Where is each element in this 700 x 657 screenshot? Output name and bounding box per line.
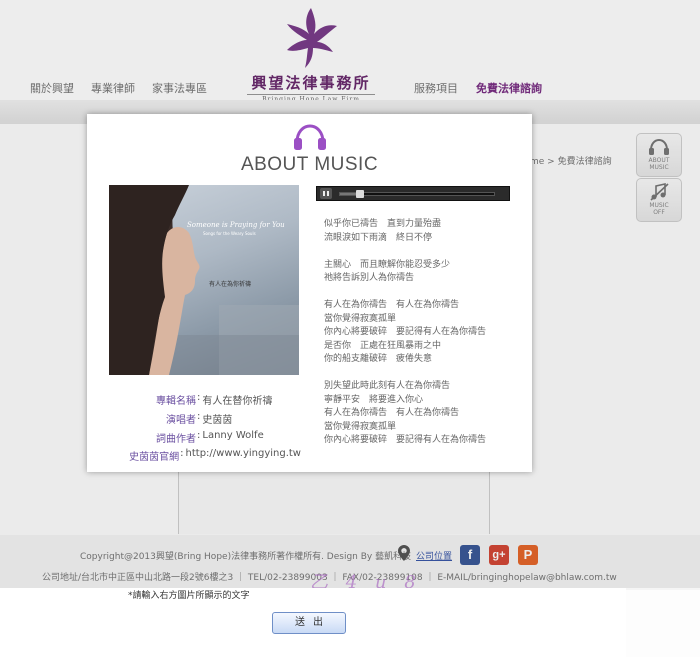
lyric-line: 有人在為你禱告 有人在為你禱告	[324, 408, 460, 418]
pause-icon	[323, 191, 325, 196]
info-row-album: 專輯名稱: 有人在替你祈禱	[101, 392, 301, 407]
info-row-songwriter: 詞曲作者: Lanny Wolfe	[101, 430, 301, 445]
stanza-gap	[324, 286, 519, 300]
info-label: 詞曲作者	[156, 434, 196, 445]
album-sub-caption: Songs for the Weary Souls	[203, 231, 256, 236]
pause-button[interactable]	[320, 188, 332, 199]
lyric-line: 祂將告訴別人為你禱告	[324, 273, 415, 283]
lyric-line: 別失望此時此刻有人在為你禱告	[324, 381, 451, 391]
lyric-line: 主關心 而且瞭解你能忍受多少	[324, 259, 451, 270]
info-label: 史茵茵官網	[129, 452, 180, 463]
progress-knob[interactable]	[355, 190, 364, 198]
modal-title: ABOUT MUSIC	[240, 154, 379, 175]
lyric-line: 是否你 正處在狂風暴雨之中	[324, 340, 442, 351]
album-chinese-caption: 有人在為你祈禱	[209, 281, 252, 288]
lyric-line: 寧靜平安 將要進入你心	[324, 394, 424, 405]
lyric-line: 當你覺得寂寞孤單	[324, 421, 397, 432]
album-cover: Someone is Praying for You Songs for the…	[109, 185, 299, 375]
info-value: Lanny Wolfe	[202, 430, 264, 441]
album-title-caption: Someone is Praying for You	[187, 221, 285, 229]
info-label: 演唱者	[166, 415, 196, 426]
lyric-line: 流眼淚如下雨滴 終日不停	[324, 232, 433, 243]
info-row-singer: 演唱者: 史茵茵	[101, 411, 301, 426]
lyric-line: 你的船支離破碎 疲倦失意	[324, 354, 433, 364]
lyric-line: 你內心將要破碎 要記得有人在為你禱告	[324, 435, 487, 445]
about-music-modal: ABOUT MUSIC Someone is Praying for You S…	[87, 114, 532, 472]
captcha-hint: *請輸入右方圖片所顯示的文字	[128, 591, 250, 601]
lyric-line: 有人在為你禱告 有人在為你禱告	[324, 300, 460, 310]
pause-icon	[327, 191, 329, 196]
info-label: 專輯名稱	[156, 396, 196, 407]
submit-button[interactable]: 送出	[272, 612, 346, 634]
lyric-line: 你內心將要破碎 要記得有人在為你禱告	[324, 327, 487, 337]
lyric-line: 似乎你已禱告 直到力量殆盡	[324, 219, 442, 229]
info-value: 有人在替你祈禱	[202, 396, 273, 407]
lyrics: 似乎你已禱告 直到力量殆盡 流眼淚如下雨滴 終日不停主關心 而且瞭解你能忍受多少祂…	[324, 218, 519, 448]
info-value: 史茵茵	[202, 415, 233, 426]
headphones-icon	[294, 124, 326, 150]
stanza-gap	[324, 367, 519, 381]
audio-player	[316, 186, 510, 201]
website-link[interactable]: http://www.yingying.tw	[186, 448, 301, 463]
stanza-gap	[324, 245, 519, 259]
lyric-line: 當你覺得寂寞孤單	[324, 313, 397, 324]
album-photo	[109, 185, 299, 375]
info-row-website: 史茵茵官網: http://www.yingying.tw	[101, 448, 301, 463]
